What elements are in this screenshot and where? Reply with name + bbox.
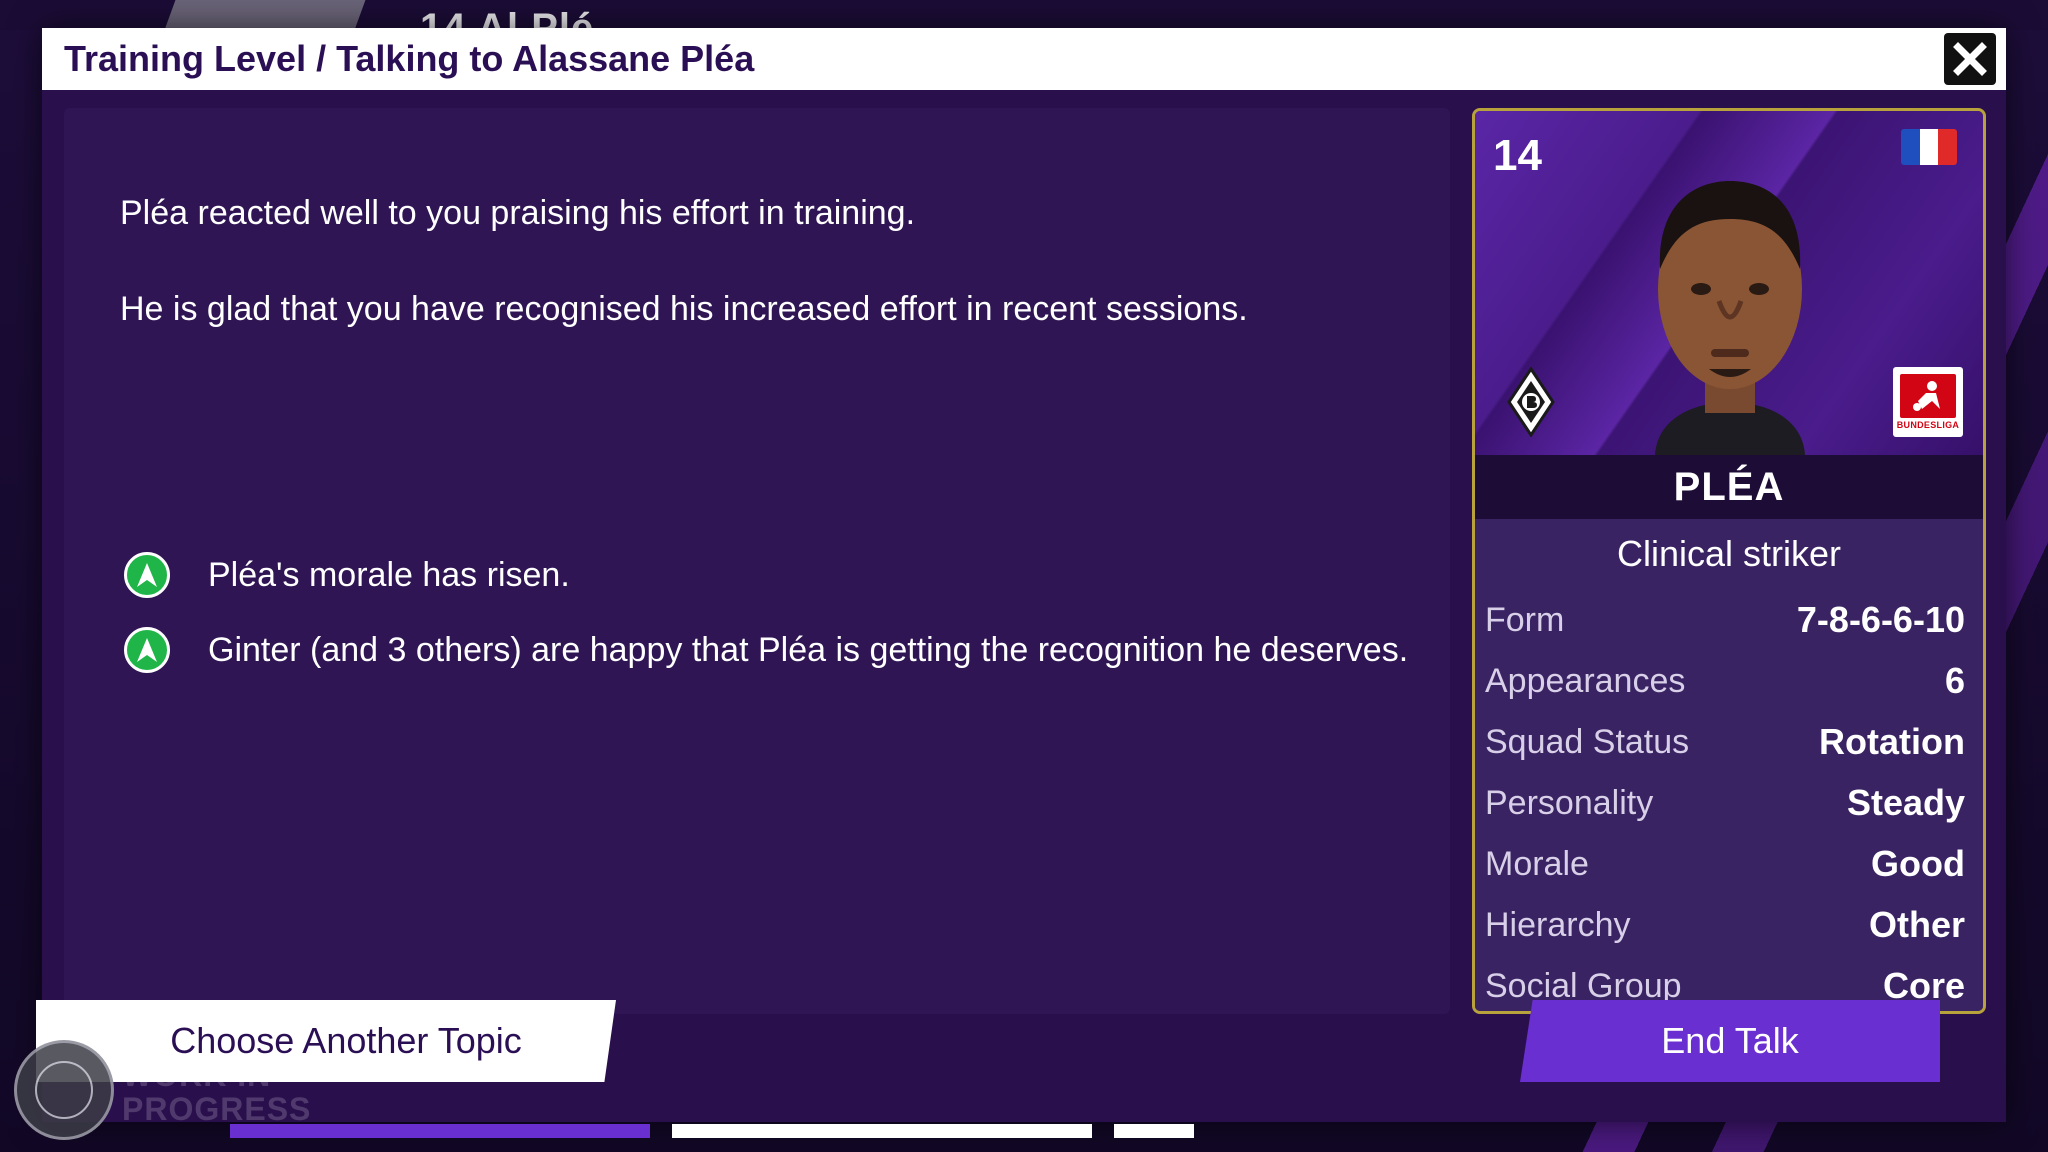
end-talk-label: End Talk (1661, 1020, 1799, 1061)
player-card[interactable]: 14 BUNDESLIGA PLÉA Clinical striker Form… (1472, 108, 1986, 1014)
stat-label: Hierarchy (1485, 905, 1631, 944)
stat-value: Good (1871, 843, 1965, 884)
stat-row-hierarchy: Hierarchy Other (1485, 901, 1965, 949)
stat-label: Morale (1485, 844, 1589, 883)
studio-logo (14, 1040, 114, 1140)
arrow-up-icon (124, 552, 170, 598)
bundesliga-badge-icon: BUNDESLIGA (1893, 367, 1963, 437)
stat-label: Appearances (1485, 661, 1686, 700)
stat-row-personality: Personality Steady (1485, 779, 1965, 827)
response-message: He is glad that you have recognised his … (120, 290, 1248, 328)
player-card-header: 14 BUNDESLIGA (1475, 111, 1983, 455)
player-name: PLÉA (1475, 455, 1983, 519)
player-portrait (1655, 181, 1805, 455)
response-message: Pléa reacted well to you praising his ef… (120, 194, 916, 232)
stat-label: Social Group (1485, 966, 1682, 1005)
stat-value: Rotation (1819, 721, 1965, 762)
effect-row: Pléa's morale has risen. (124, 550, 570, 600)
stat-label: Form (1485, 600, 1565, 639)
france-flag-icon (1901, 129, 1957, 165)
stat-value: Other (1868, 904, 1965, 945)
stat-value: Steady (1846, 782, 1965, 823)
dialog-title: Training Level / Talking to Alassane Plé… (64, 38, 755, 79)
stat-value: 7-8-6-6-10 (1796, 599, 1965, 640)
bottom-strip (1114, 1124, 1194, 1138)
choose-another-topic-label: Choose Another Topic (170, 1020, 522, 1061)
message-panel: Pléa reacted well to you praising his ef… (64, 108, 1450, 1014)
dialog-titlebar: Training Level / Talking to Alassane Plé… (42, 28, 2006, 90)
stat-row-appearances: Appearances 6 (1485, 657, 1965, 705)
stat-row-squad-status: Squad Status Rotation (1485, 718, 1965, 766)
background-tab (164, 0, 366, 30)
stat-label: Squad Status (1485, 722, 1690, 761)
close-button[interactable] (1944, 33, 1996, 85)
effect-text: Ginter (and 3 others) are happy that Plé… (208, 630, 1409, 669)
bottom-strip (672, 1124, 1092, 1138)
stat-row-form: Form 7-8-6-6-10 (1485, 596, 1965, 644)
arrow-up-icon (124, 627, 170, 673)
stat-label: Personality (1485, 783, 1654, 822)
effect-text: Pléa's morale has risen. (208, 555, 570, 594)
talk-dialog: Training Level / Talking to Alassane Plé… (42, 28, 2006, 1122)
effect-row: Ginter (and 3 others) are happy that Plé… (124, 625, 1408, 675)
stat-row-morale: Morale Good (1485, 840, 1965, 888)
player-card-stats: Clinical striker Form 7-8-6-6-10 Appeara… (1475, 519, 1983, 1011)
end-talk-button[interactable]: End Talk (1520, 1000, 1940, 1082)
stat-value: 6 (1944, 660, 1965, 701)
close-icon (1953, 42, 1987, 76)
watermark-text: WORK IN PROGRESS (122, 1057, 312, 1127)
shirt-number: 14 (1493, 131, 1542, 180)
player-role: Clinical striker (1616, 533, 1842, 574)
club-badge-icon (1507, 367, 1555, 437)
